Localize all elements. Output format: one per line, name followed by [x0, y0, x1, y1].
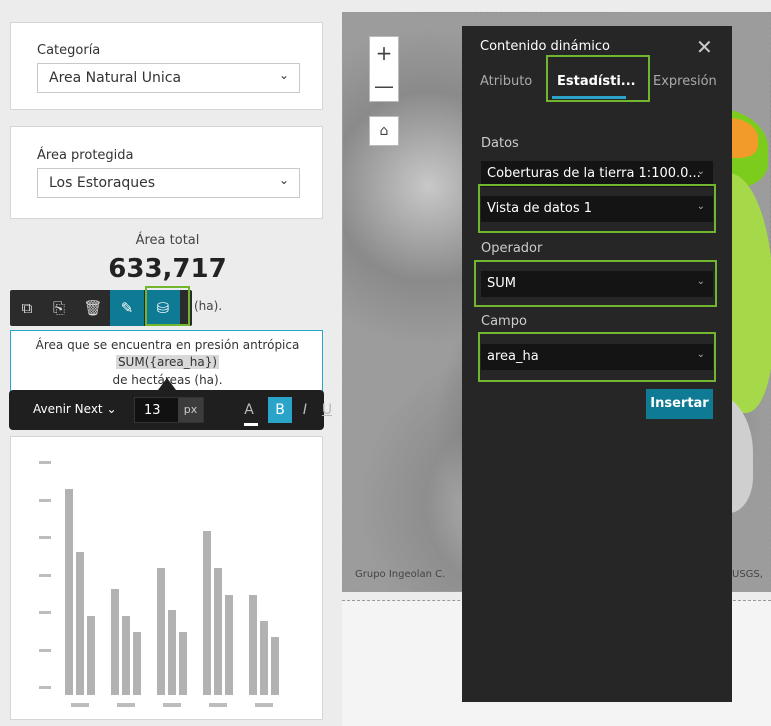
chevron-down-icon: ⌄	[696, 166, 705, 177]
chart-bar	[214, 568, 222, 695]
y-tick	[39, 648, 51, 652]
zoom-in-icon[interactable]: +	[370, 37, 398, 69]
chart-bar	[168, 610, 176, 695]
zoom-out-icon[interactable]: —	[370, 70, 398, 102]
text-color-swatch	[244, 423, 258, 426]
chevron-down-icon: ⌄	[278, 173, 289, 187]
area-select-value: Los Estoraques	[49, 175, 156, 191]
format-bar-caret	[158, 378, 176, 390]
delete-icon[interactable]: 🗑	[76, 290, 110, 326]
field-label: Campo	[481, 314, 527, 329]
y-tick	[39, 461, 51, 464]
font-size-unit: px	[178, 398, 203, 422]
text-line-1: Área que se encuentra en presión antrópi…	[35, 338, 300, 352]
chevron-down-icon: ⌄	[278, 68, 289, 82]
font-name: Avenir Next	[33, 402, 103, 416]
operator-highlight	[474, 260, 717, 307]
bold-button[interactable]: B	[268, 397, 292, 423]
chart-bar	[249, 594, 257, 695]
x-tick	[255, 703, 273, 707]
chart-bar	[271, 636, 279, 695]
category-select-value: Area Natural Unica	[49, 70, 182, 86]
chart-bar	[203, 531, 211, 695]
area-label: Área protegida	[37, 148, 134, 163]
chart-bar	[157, 568, 165, 695]
font-size-input[interactable]: 13 px	[134, 397, 204, 423]
text-line-2: SUM({area_ha})	[11, 355, 324, 369]
datos-label: Datos	[481, 136, 519, 151]
category-label: Categoría	[37, 43, 101, 58]
map-attribution-right: USGS,	[732, 569, 763, 580]
tab-expresion[interactable]: Expresión	[653, 74, 717, 89]
chart-bar	[65, 488, 73, 695]
operator-label: Operador	[481, 241, 543, 256]
unit-fragment: (ha).	[194, 299, 223, 313]
dynamic-content-panel: Contenido dinámico ✕ Atributo Estadísti.…	[462, 26, 732, 702]
insert-button[interactable]: Insertar	[646, 389, 713, 419]
x-tick	[117, 703, 135, 707]
y-tick	[39, 498, 51, 502]
chart-bar	[260, 620, 268, 695]
bar-chart	[10, 436, 323, 720]
copy-style-icon[interactable]: ⎘	[42, 290, 76, 326]
tab-atributo[interactable]: Atributo	[480, 74, 532, 89]
y-tick	[39, 536, 51, 539]
duplicate-icon[interactable]: ⧉	[10, 290, 44, 326]
x-tick	[163, 703, 181, 707]
zoom-control: + —	[369, 36, 399, 102]
datasource-value: Coberturas de la tierra 1:100.0...	[487, 166, 701, 181]
area-select[interactable]: Los Estoraques ⌄	[37, 168, 300, 198]
x-tick	[71, 703, 89, 707]
chart-bar	[133, 631, 141, 695]
left-column: Categoría Area Natural Unica ⌄ Área prot…	[0, 0, 360, 726]
field-highlight	[478, 332, 716, 382]
tab-highlight	[546, 55, 650, 102]
chart-bar	[179, 631, 187, 695]
panel-title: Contenido dinámico	[480, 39, 610, 54]
x-tick	[209, 703, 227, 707]
database-highlight	[145, 286, 190, 326]
total-label: Área total	[135, 233, 200, 248]
map-attribution: Grupo Ingeolan C.	[355, 569, 446, 580]
chart-bar	[87, 615, 95, 695]
chart-bar	[122, 615, 130, 695]
category-select[interactable]: Area Natural Unica ⌄	[37, 63, 300, 93]
font-size-value: 13	[144, 403, 161, 418]
dynamic-expression[interactable]: SUM({area_ha})	[115, 355, 220, 369]
y-tick	[39, 686, 51, 689]
edit-icon[interactable]: ✎	[110, 290, 144, 326]
format-bar: Avenir Next ⌄ 13 px A B I U	[9, 390, 332, 430]
y-tick	[39, 611, 51, 614]
view-highlight	[478, 184, 716, 233]
total-value: 633,717	[108, 254, 227, 284]
chart-bar	[225, 594, 233, 695]
chart-bar	[111, 589, 119, 695]
y-tick	[39, 573, 51, 577]
text-color-icon[interactable]: A	[237, 397, 261, 423]
chart-bar	[76, 552, 84, 695]
close-icon[interactable]: ✕	[696, 35, 713, 59]
italic-button[interactable]: I	[293, 397, 317, 423]
underline-button[interactable]: U	[315, 397, 339, 423]
chevron-down-icon: ⌄	[106, 402, 117, 416]
home-icon[interactable]: ⌂	[369, 116, 399, 146]
font-select[interactable]: Avenir Next ⌄	[33, 402, 117, 416]
